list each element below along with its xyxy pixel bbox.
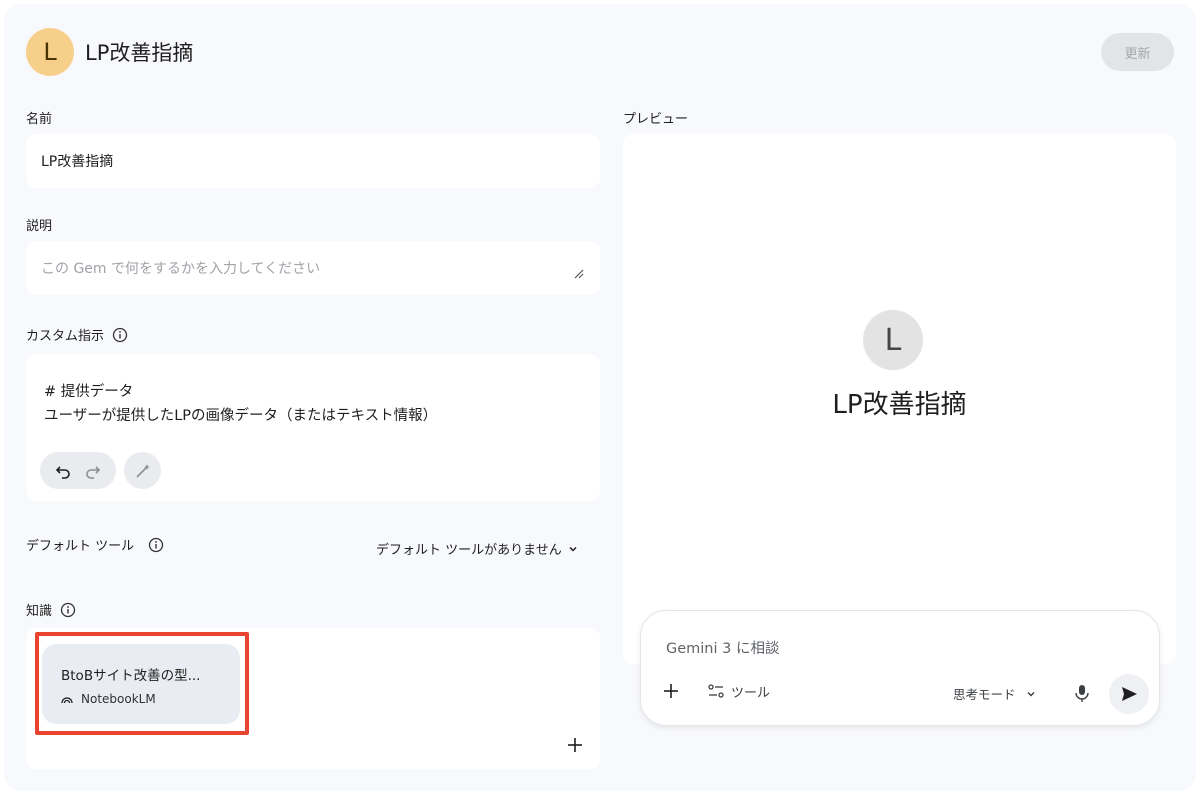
microphone-icon[interactable]	[1073, 683, 1091, 703]
preview-panel: L LP改善指摘	[623, 134, 1176, 664]
name-field[interactable]: LP改善指摘	[26, 134, 600, 188]
info-icon[interactable]	[148, 537, 164, 553]
mode-selector[interactable]: 思考モード	[953, 684, 1036, 703]
description-label: 説明	[26, 219, 53, 234]
tools-button[interactable]: ツール	[707, 682, 770, 701]
gem-header: L LP改善指摘	[26, 26, 193, 78]
custom-instructions-label: カスタム指示	[26, 329, 105, 344]
gem-editor-panel: L LP改善指摘 更新 名前 LP改善指摘 説明 この Gem で何をするかを入…	[4, 4, 1196, 791]
info-icon[interactable]	[60, 602, 76, 618]
gem-avatar: L	[26, 28, 74, 76]
magic-wand-icon	[135, 463, 150, 478]
send-icon	[1122, 687, 1137, 701]
undo-redo-group	[40, 452, 116, 489]
send-button[interactable]	[1109, 674, 1149, 714]
preview-avatar: L	[863, 310, 923, 370]
resize-handle-icon[interactable]	[574, 269, 584, 279]
add-knowledge-icon[interactable]	[562, 732, 588, 758]
chevron-down-icon	[1026, 691, 1035, 697]
description-field[interactable]: この Gem で何をするかを入力してください	[26, 241, 600, 295]
gem-title: LP改善指摘	[85, 41, 194, 65]
info-icon[interactable]	[112, 327, 128, 343]
add-icon[interactable]	[661, 681, 681, 701]
name-label: 名前	[26, 112, 53, 127]
instructions-line-1: # 提供データ	[44, 384, 134, 400]
custom-instructions-heading: カスタム指示	[26, 325, 128, 344]
update-button[interactable]: 更新	[1101, 33, 1174, 71]
default-tools-label: デフォルト ツール	[26, 539, 135, 554]
highlight-box	[35, 632, 249, 735]
chevron-down-icon	[569, 546, 577, 552]
chat-toolbar: ツール	[661, 681, 770, 701]
chat-input-box: Gemini 3 に相談 ツール 思考モード	[640, 610, 1160, 726]
default-tools-dropdown[interactable]: デフォルト ツールがありません	[376, 539, 578, 558]
redo-icon[interactable]	[84, 462, 102, 480]
knowledge-label: 知識	[26, 604, 53, 619]
mode-label: 思考モード	[953, 687, 1016, 702]
preview-title: LP改善指摘	[832, 390, 967, 420]
custom-instructions-field[interactable]: # 提供データ ユーザーが提供したLPの画像データ（またはテキスト情報）	[26, 354, 600, 501]
tools-icon	[708, 684, 724, 698]
preview-label: プレビュー	[623, 112, 689, 127]
chat-input[interactable]: Gemini 3 に相談	[666, 637, 779, 658]
magic-rewrite-button[interactable]	[124, 452, 161, 489]
instructions-line-2: ユーザーが提供したLPの画像データ（またはテキスト情報）	[44, 408, 438, 424]
knowledge-heading: 知識	[26, 600, 76, 619]
undo-icon[interactable]	[54, 462, 72, 480]
name-value: LP改善指摘	[41, 154, 114, 170]
default-tools-value: デフォルト ツールがありません	[376, 543, 562, 558]
tools-label: ツール	[731, 685, 771, 701]
description-placeholder: この Gem で何をするかを入力してください	[41, 261, 321, 277]
default-tools-heading: デフォルト ツール	[26, 535, 164, 554]
